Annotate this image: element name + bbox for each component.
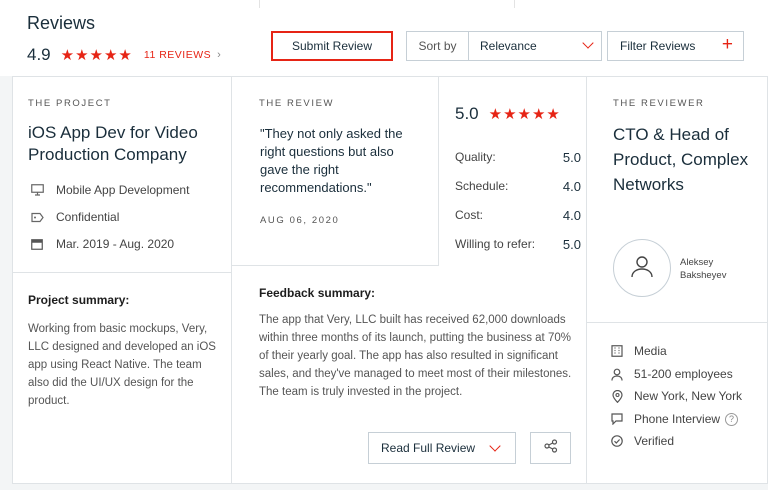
rating-label: Cost: xyxy=(455,208,484,222)
check-circle-icon xyxy=(610,435,624,448)
column-divider xyxy=(231,77,232,485)
calendar-icon xyxy=(30,238,44,250)
review-quote: "They not only asked the right questions… xyxy=(260,126,403,195)
sort-select[interactable]: Relevance xyxy=(469,32,601,60)
reviewer-caption: THE REVIEWER xyxy=(613,98,705,109)
rating-value: 4.0 xyxy=(562,208,581,223)
rating-label: Willing to refer: xyxy=(455,237,536,251)
tag-icon xyxy=(30,211,44,223)
overall-rating: 4.9 ★★★★★ 11 REVIEWS › xyxy=(27,45,221,65)
rating-value: 5.0 xyxy=(562,237,581,252)
filter-reviews-label: Filter Reviews xyxy=(620,39,696,53)
project-service-text: Mobile App Development xyxy=(56,183,190,197)
sort-label: Sort by xyxy=(407,32,469,60)
reviews-header: Reviews 4.9 ★★★★★ 11 REVIEWS › Submit Rev… xyxy=(0,0,768,76)
rating-row-willing-to-refer: Willing to refer: 5.0 xyxy=(455,237,581,252)
rating-row-schedule: Schedule: 4.0 xyxy=(455,179,581,194)
reviewer-interview-text: Phone Interview xyxy=(634,412,721,426)
chevron-down-icon xyxy=(489,440,501,452)
reviewer-company-size: 51-200 employees xyxy=(610,367,733,381)
building-icon xyxy=(610,345,624,358)
reviewer-industry: Media xyxy=(610,344,667,358)
rating-value: 4.0 xyxy=(562,179,581,194)
location-pin-icon xyxy=(610,389,624,403)
review-score-stars: ★★★★★ xyxy=(488,105,561,123)
rating-value: 5.0 xyxy=(562,150,581,165)
column-divider xyxy=(438,77,439,265)
chevron-right-icon: › xyxy=(217,49,222,61)
chevron-down-icon xyxy=(582,37,594,49)
rating-row-cost: Cost: 4.0 xyxy=(455,208,581,223)
user-icon xyxy=(630,254,654,283)
overall-rating-value: 4.9 xyxy=(27,45,51,64)
row-divider xyxy=(13,272,232,273)
rating-row-quality: Quality: 5.0 xyxy=(455,150,581,165)
reviewer-interview-type: Phone Interview ? xyxy=(610,412,739,426)
reviewer-location-text: New York, New York xyxy=(634,389,743,403)
reviewer-industry-text: Media xyxy=(634,344,667,358)
project-summary-heading: Project summary: xyxy=(28,293,130,307)
project-caption: THE PROJECT xyxy=(28,98,112,109)
reviewer-verified: Verified xyxy=(610,434,674,448)
project-budget: Confidential xyxy=(30,210,119,224)
project-dates: Mar. 2019 - Aug. 2020 xyxy=(30,237,174,251)
reviewer-verified-text: Verified xyxy=(634,434,675,448)
feedback-summary-text: The app that Very, LLC built has receive… xyxy=(259,314,572,398)
project-dates-text: Mar. 2019 - Aug. 2020 xyxy=(56,237,175,251)
project-title: iOS App Dev for Video Production Company xyxy=(28,123,198,164)
share-icon xyxy=(543,438,558,458)
project-service: Mobile App Development xyxy=(30,183,189,197)
reviews-count-link[interactable]: 11 REVIEWS › xyxy=(144,49,221,61)
reviewer-role: CTO & Head of Product, Complex Networks xyxy=(613,125,749,194)
review-date: AUG 06, 2020 xyxy=(260,215,340,226)
page-title: Reviews xyxy=(27,13,96,33)
row-divider xyxy=(232,265,439,266)
sort-dropdown[interactable]: Sort by Relevance xyxy=(406,31,602,61)
filter-reviews-button[interactable]: Filter Reviews + xyxy=(607,31,744,61)
reviewer-name: Aleksey Baksheyev xyxy=(680,256,726,282)
review-score-value: 5.0 xyxy=(455,104,479,123)
share-button[interactable] xyxy=(530,432,571,464)
avatar xyxy=(613,239,671,297)
overall-rating-stars: ★★★★★ xyxy=(60,46,133,64)
submit-review-button[interactable]: Submit Review xyxy=(271,31,393,61)
sort-value: Relevance xyxy=(480,39,537,53)
page-footer-strip xyxy=(0,484,768,490)
monitor-icon xyxy=(30,184,44,196)
header-divider xyxy=(514,0,515,8)
header-divider xyxy=(259,0,260,8)
reviewer-first-name: Aleksey xyxy=(680,257,714,268)
project-budget-text: Confidential xyxy=(56,210,120,224)
read-full-review-label: Read Full Review xyxy=(381,441,476,455)
review-card: THE PROJECT iOS App Dev for Video Produc… xyxy=(12,76,768,485)
reviewer-location: New York, New York xyxy=(610,389,742,403)
rating-label: Quality: xyxy=(455,150,496,164)
review-panel: THE PROJECT iOS App Dev for Video Produc… xyxy=(0,76,768,490)
person-icon xyxy=(610,368,624,381)
reviews-count-label: 11 REVIEWS xyxy=(143,49,212,61)
column-divider xyxy=(586,77,587,485)
project-summary-text: Working from basic mockups, Very, LLC de… xyxy=(28,323,216,407)
speech-bubble-icon xyxy=(610,413,624,426)
review-caption: THE REVIEW xyxy=(259,98,335,109)
help-icon[interactable]: ? xyxy=(725,412,739,426)
reviewer-last-name: Baksheyev xyxy=(680,270,727,281)
plus-icon: + xyxy=(721,34,733,55)
review-score: 5.0 ★★★★★ xyxy=(455,104,561,124)
feedback-summary-heading: Feedback summary: xyxy=(259,286,376,300)
rating-label: Schedule: xyxy=(455,179,509,193)
row-divider xyxy=(587,322,768,323)
read-full-review-button[interactable]: Read Full Review xyxy=(368,432,516,464)
reviewer-company-size-text: 51-200 employees xyxy=(634,367,733,381)
